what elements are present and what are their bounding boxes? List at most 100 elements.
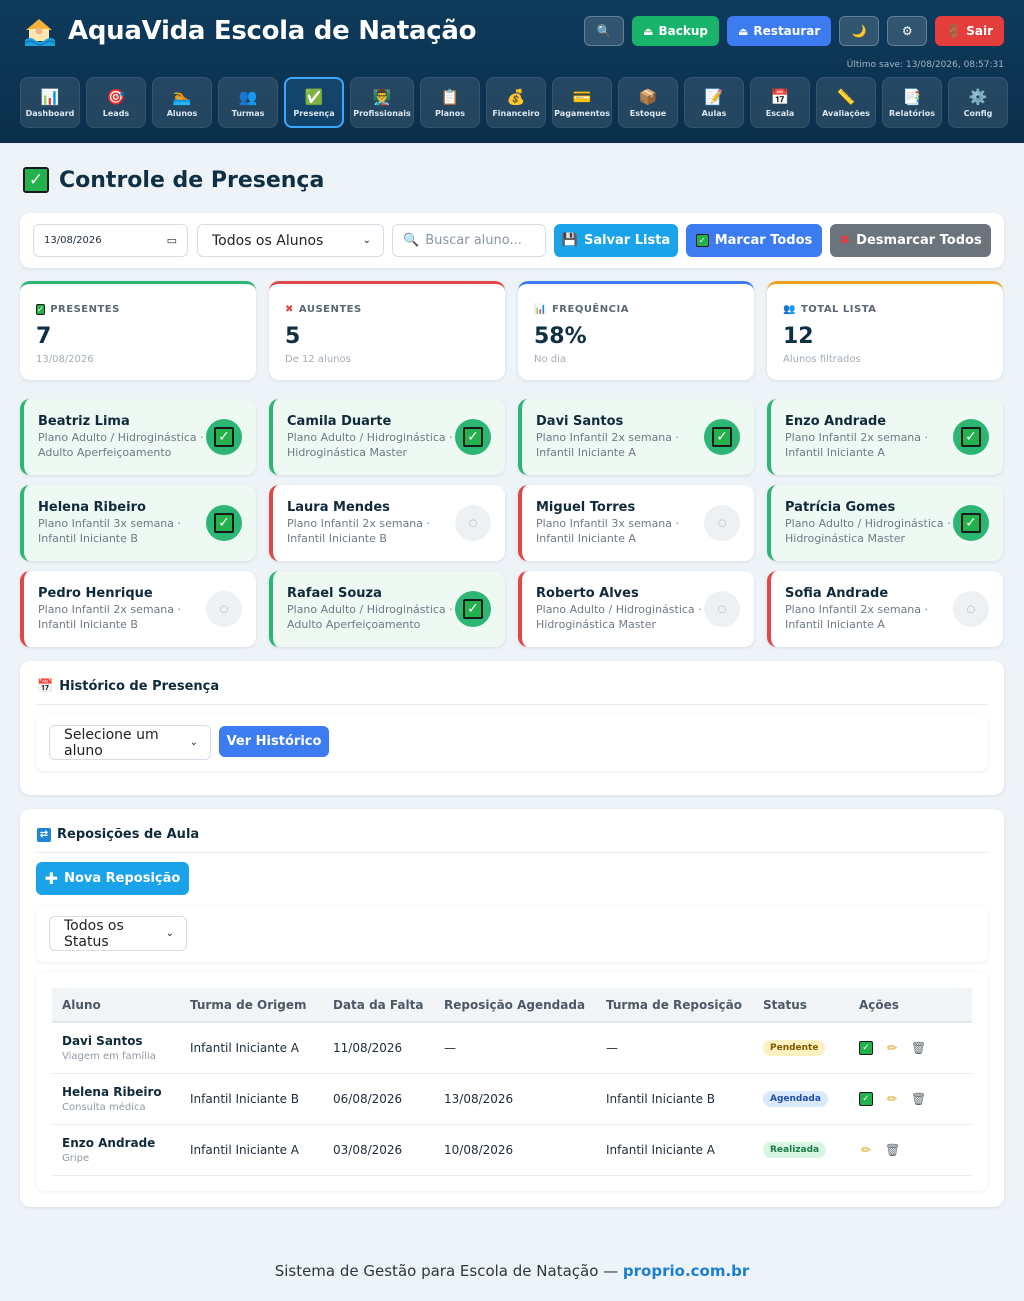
nav-item-aulas[interactable]: 📝 Aulas	[684, 77, 744, 128]
stat-card-ausentes: ✖ AUSENTES 5 De 12 alunos	[269, 281, 505, 380]
trash-icon[interactable]: 🗑	[911, 1041, 926, 1055]
student-filter-select[interactable]: Todos os Alunos ⌄	[197, 224, 384, 257]
presence-toggle[interactable]: ✓	[704, 419, 740, 455]
presence-toggle[interactable]: ○	[953, 591, 989, 627]
status-badge: Pendente	[763, 1040, 826, 1057]
nav-item-leads[interactable]: 🎯 Leads	[86, 77, 146, 128]
presence-toggle[interactable]: ○	[704, 591, 740, 627]
stat-label: 👥 TOTAL LISTA	[783, 304, 877, 315]
swimmer-logo-icon	[22, 14, 56, 48]
check-icon: ✓	[695, 234, 709, 247]
cell-origin: Infantil Iniciante B	[180, 1073, 323, 1125]
status-badge: Agendada	[763, 1091, 828, 1107]
unmark-all-button[interactable]: ✖ Desmarcar Todos	[830, 224, 991, 257]
nav-item-relatorios[interactable]: 📑 Relatórios	[882, 77, 942, 128]
relatorios-icon: 📑	[902, 87, 922, 106]
nav-item-planos[interactable]: 📋 Planos	[420, 77, 480, 128]
student-name: Helena Ribeiro	[62, 1084, 162, 1099]
nav-item-dashboard[interactable]: 📊 Dashboard	[20, 77, 80, 128]
pencil-icon[interactable]: ✏	[859, 1143, 873, 1157]
gear-icon: ⚙	[901, 24, 913, 38]
student-plan: Plano Adulto / Hidroginástica ·	[536, 603, 702, 616]
makeup-table-box: Aluno Turma de Origem Data da Falta Reposiç…	[36, 972, 988, 1191]
status-filter-select[interactable]: Todos os Status ⌄	[49, 916, 187, 951]
presence-toggle[interactable]: ○	[455, 505, 491, 541]
nav-label: Config	[963, 108, 993, 118]
nav-label: Pagamentos	[554, 108, 610, 118]
actions-cell: ✏ 🗑	[849, 1124, 972, 1176]
nav-label: Escala	[765, 108, 795, 118]
presence-toggle[interactable]: ○	[704, 505, 740, 541]
empty-circle-icon: ○	[468, 517, 478, 529]
student-name: Enzo Andrade	[62, 1135, 156, 1150]
trash-icon[interactable]: 🗑	[885, 1143, 900, 1157]
presence-toggle[interactable]: ✓	[953, 419, 989, 455]
restore-button[interactable]: ⏏ Restaurar	[727, 16, 832, 46]
student-card: Rafael Souza Plano Adulto / Hidroginástic…	[269, 571, 505, 647]
nav-label: Avaliações	[822, 108, 870, 118]
column-header-acoes: Ações	[849, 988, 972, 1023]
nav-item-avaliacoes[interactable]: 📏 Avaliações	[816, 77, 876, 128]
cell-missed: 03/08/2026	[323, 1124, 434, 1176]
confirm-icon[interactable]: ✓	[859, 1041, 873, 1055]
pagamentos-icon: 💳	[572, 87, 592, 106]
nav-item-alunos[interactable]: 🏊 Alunos	[152, 77, 212, 128]
makeup-title: ⇄ Reposições de Aula	[37, 827, 199, 842]
student-class: Hidroginástica Master	[536, 618, 657, 631]
table-row: Enzo Andrade Gripe Infantil Iniciante A 03/…	[52, 1124, 972, 1176]
presence-toggle[interactable]: ✓	[206, 419, 242, 455]
pencil-icon[interactable]: ✏	[885, 1041, 899, 1055]
table-header-row: Aluno Turma de Origem Data da Falta Reposiç…	[52, 988, 972, 1023]
student-plan: Plano Infantil 2x semana ·	[785, 603, 929, 616]
date-input[interactable]: 13/08/2026 ▭	[33, 224, 188, 257]
nav-item-pagamentos[interactable]: 💳 Pagamentos	[552, 77, 612, 128]
aulas-icon: 📝	[704, 87, 724, 106]
presence-toggle[interactable]: ✓	[206, 505, 242, 541]
check-icon: ✓	[23, 167, 49, 193]
mark-all-button[interactable]: ✓ Marcar Todos	[686, 224, 822, 257]
logout-button[interactable]: 🚪 Sair	[935, 16, 1004, 46]
view-history-button[interactable]: Ver Histórico	[219, 726, 329, 757]
makeup-table-wrap: Aluno Turma de Origem Data da Falta Reposiç…	[52, 988, 972, 1176]
nav-item-financeiro[interactable]: 💰 Financeiro	[486, 77, 546, 128]
stat-subtext: Alunos filtrados	[783, 354, 861, 365]
save-list-button[interactable]: 💾 Salvar Lista	[554, 224, 678, 257]
nav-item-estoque[interactable]: 📦 Estoque	[618, 77, 678, 128]
stat-value: 12	[783, 324, 814, 349]
nav-label: Aulas	[701, 108, 727, 118]
backup-button[interactable]: ⏏ Backup	[632, 16, 720, 46]
presence-toggle[interactable]: ✓	[953, 505, 989, 541]
new-makeup-button[interactable]: ✚ Nova Reposição	[36, 862, 189, 895]
pencil-icon[interactable]: ✏	[885, 1092, 899, 1106]
student-cell: Helena Ribeiro Consulta médica	[52, 1073, 180, 1125]
trash-icon[interactable]: 🗑	[911, 1092, 926, 1106]
nav-item-profissionais[interactable]: 👨‍🏫 Profissionais	[350, 77, 414, 128]
door-icon: 🚪	[946, 24, 962, 38]
presence-toggle[interactable]: ✓	[455, 419, 491, 455]
app-title: AquaVida Escola de Natação	[68, 16, 477, 46]
search-input[interactable]: 🔍 Buscar aluno...	[392, 224, 546, 257]
nav-item-turmas[interactable]: 👥 Turmas	[218, 77, 278, 128]
history-student-select[interactable]: Selecione um aluno ⌄	[49, 725, 211, 760]
footer-link[interactable]: proprio.com.br	[623, 1262, 749, 1280]
nav-item-escala[interactable]: 📅 Escala	[750, 77, 810, 128]
chevron-down-icon: ⌄	[362, 235, 371, 246]
presence-toggle[interactable]: ○	[206, 591, 242, 627]
search-button[interactable]: 🔍	[584, 16, 625, 46]
page-title: ✓ Controle de Presença	[23, 167, 324, 193]
confirm-icon[interactable]: ✓	[859, 1091, 873, 1106]
student-name: Miguel Torres	[536, 500, 636, 515]
history-title: 📅 Histórico de Presença	[37, 679, 219, 694]
estoque-icon: 📦	[638, 87, 658, 106]
status-cell: Agendada	[753, 1073, 849, 1125]
unmark-all-label: Desmarcar Todos	[856, 233, 982, 248]
nav-item-config[interactable]: ⚙️ Config	[948, 77, 1008, 128]
divider	[37, 852, 987, 853]
dark-mode-button[interactable]: 🌙	[839, 16, 880, 46]
absence-reason: Gripe	[62, 1152, 90, 1164]
footer: Sistema de Gestão para Escola de Natação…	[0, 1262, 1024, 1280]
nav-item-presenca[interactable]: ✅ Presença	[284, 77, 344, 128]
settings-button[interactable]: ⚙	[887, 16, 928, 46]
student-card: Pedro Henrique Plano Infantil 2x semana ·…	[20, 571, 256, 647]
presence-toggle[interactable]: ✓	[455, 591, 491, 627]
